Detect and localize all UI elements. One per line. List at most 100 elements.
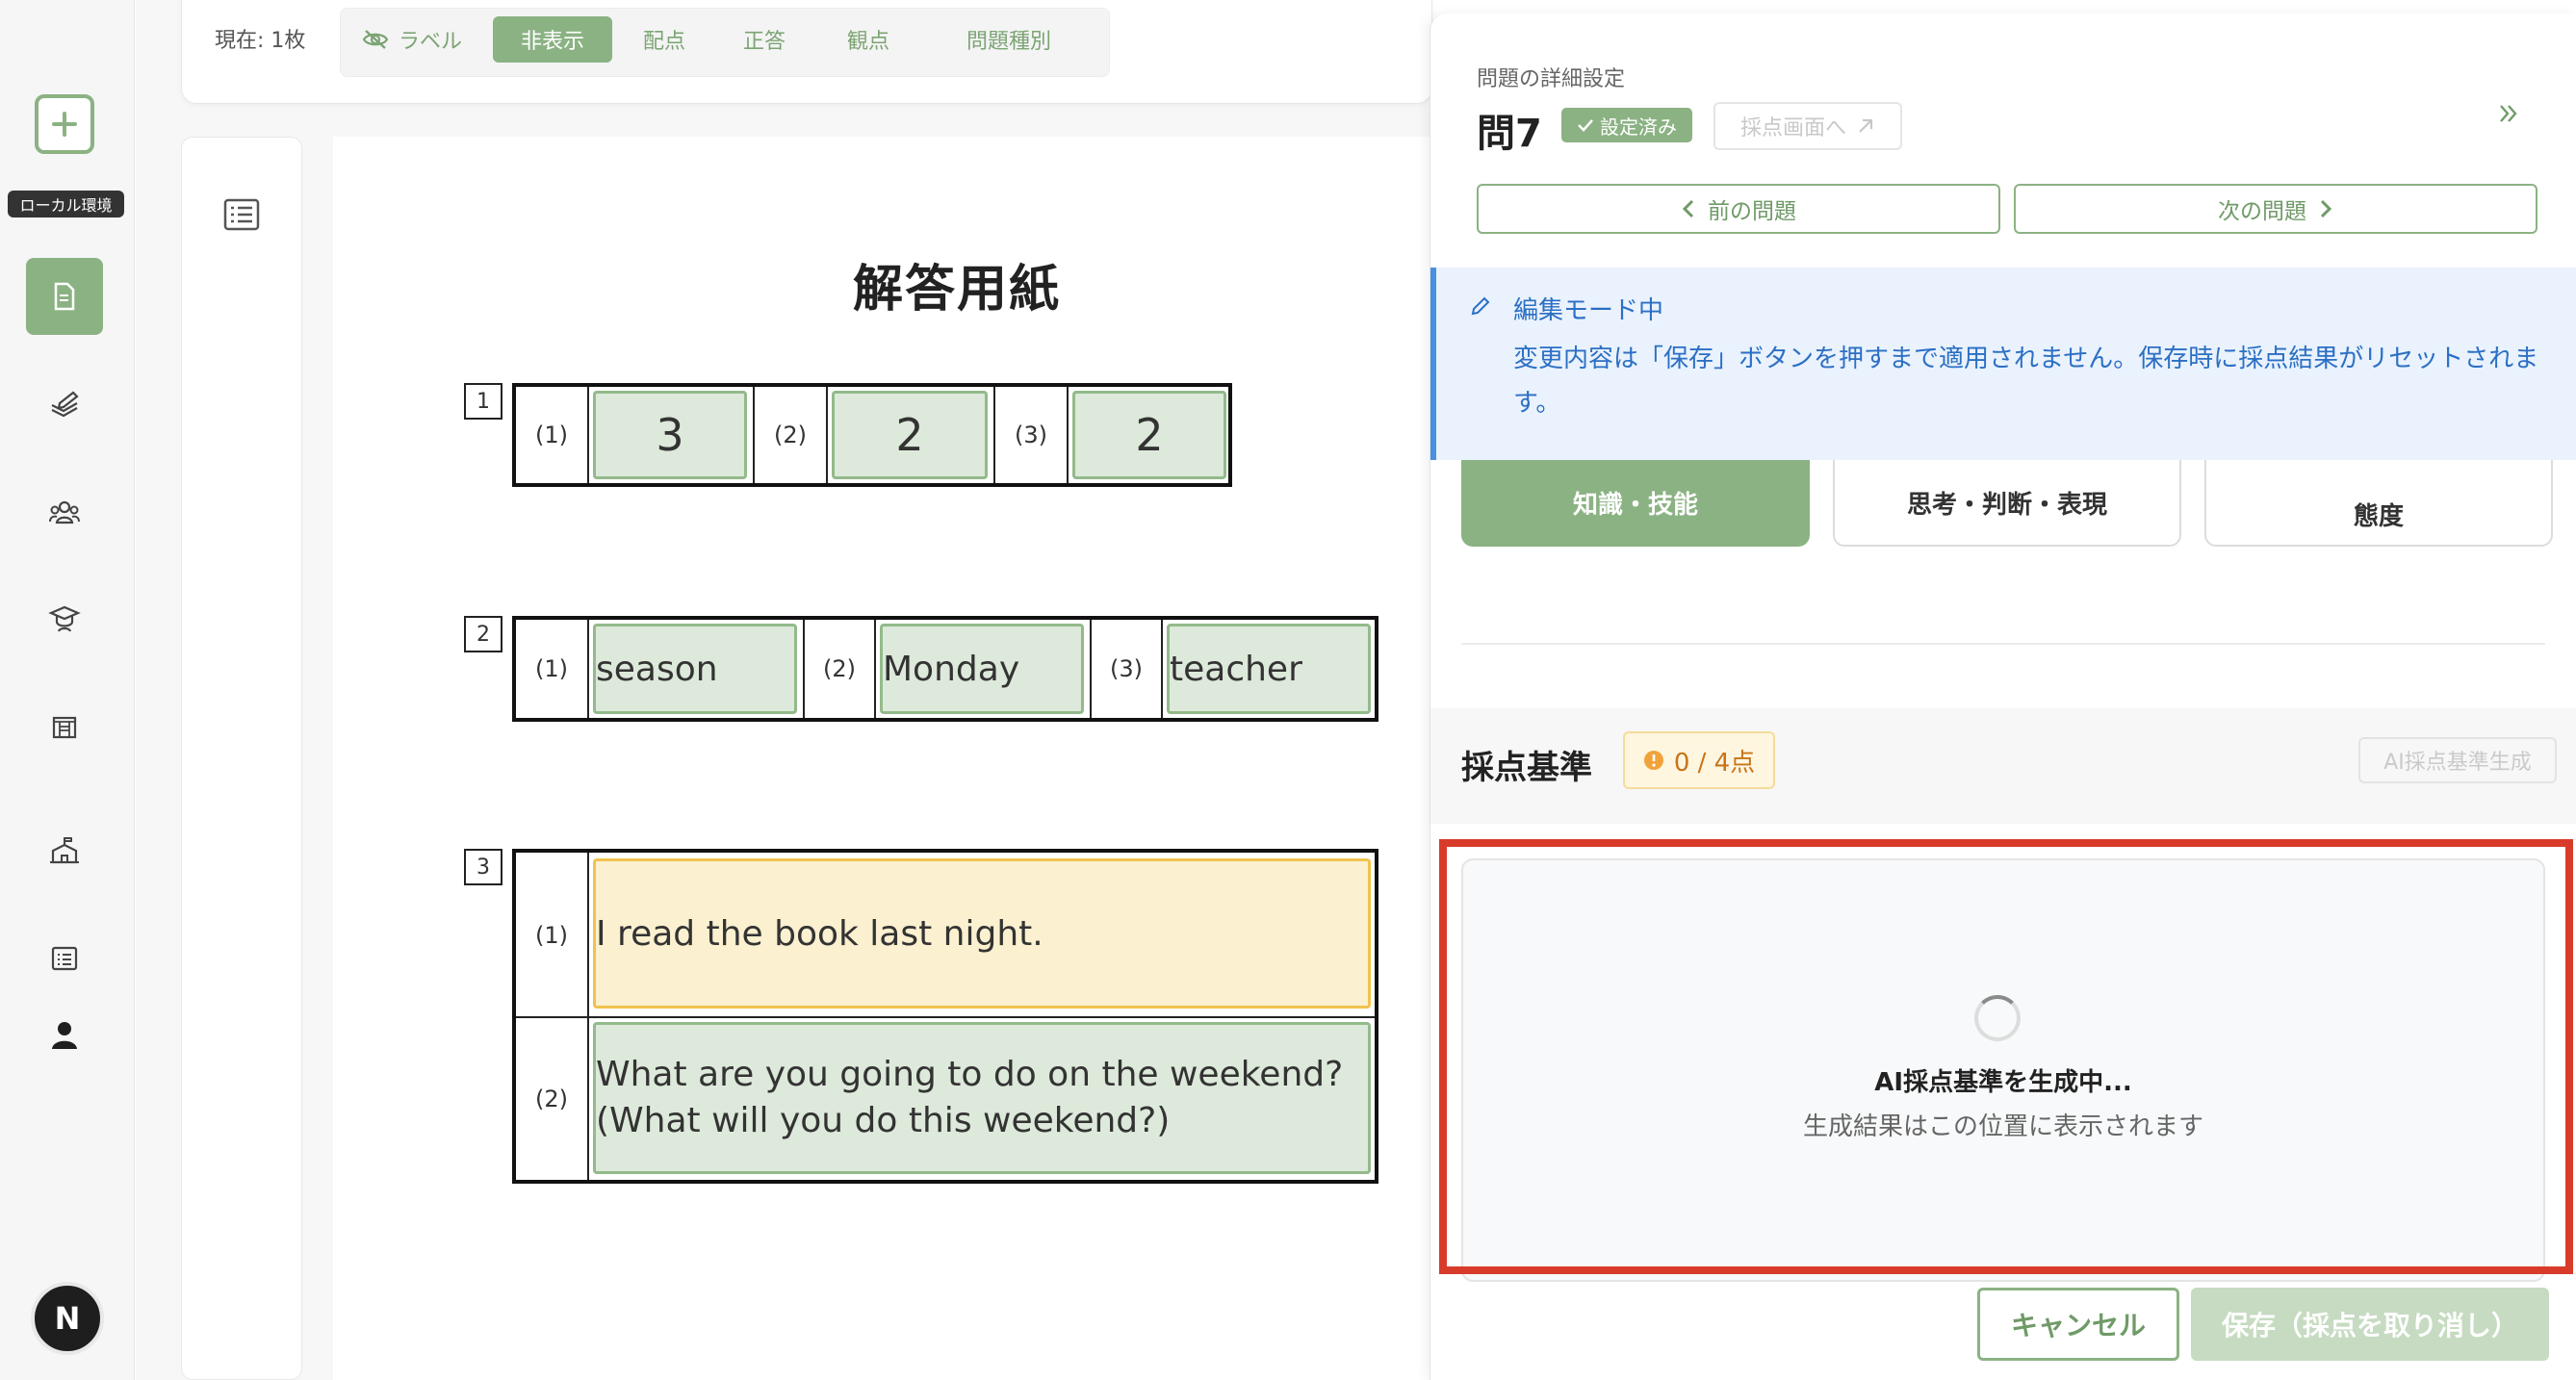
chevron-left-icon (1682, 199, 1694, 218)
avatar-letter: N (54, 1300, 81, 1337)
document-icon (54, 282, 75, 311)
nav-item-students[interactable] (26, 473, 103, 550)
book-icon (52, 716, 77, 739)
divider (587, 620, 589, 718)
question-title: 問7 (1477, 112, 1542, 156)
people-icon (49, 500, 80, 524)
question-detail-drawer: 問題の詳細設定 問7 設定済み 採点画面へ 前の問題 次の問題 知識・技能 思考… (1430, 13, 2576, 1380)
question-3-box: (1) I read the book last night. (2) What… (512, 849, 1378, 1184)
sheet-title: 解答用紙 (853, 261, 1062, 319)
answer-cell[interactable]: teacher (1167, 624, 1371, 714)
toggle-label-text: ラベル (398, 30, 462, 54)
collapse-drawer-button[interactable] (2486, 90, 2532, 137)
generating-subtitle: 生成結果はこの位置に表示されます (1802, 1112, 2203, 1141)
plus-icon (52, 112, 77, 137)
double-chevron-right-icon (2500, 105, 2517, 122)
divider (874, 620, 876, 718)
prev-label: 前の問題 (1708, 199, 1796, 224)
status-badge: 設定済み (1561, 108, 1692, 142)
question-2-box: (1) season (2) Monday (3) teacher (512, 616, 1378, 722)
sub-label: (1) (535, 655, 568, 682)
answer-cell[interactable]: What are you going to do on the weekend?… (593, 1022, 1371, 1174)
nav-item-grading[interactable] (26, 366, 103, 443)
answer-cell-highlighted[interactable]: I read the book last night. (593, 858, 1371, 1009)
outline-panel (181, 137, 302, 1380)
edit-mode-notice: 編集モード中 変更内容は「保存」ボタンを押すまで適用されません。保存時に採点結果… (1430, 268, 2576, 460)
question-number: 2 (464, 616, 502, 652)
person-icon (52, 1022, 77, 1049)
nav-item-classes[interactable] (26, 581, 103, 658)
sub-label: (2) (535, 1086, 568, 1112)
answer-cell[interactable]: 2 (1072, 391, 1226, 479)
display-toolbar: 現在: 1枚 ラベル 非表示 配点 正答 観点 問題種別 (181, 0, 1432, 104)
option-hide[interactable]: 非表示 (493, 16, 612, 63)
answer-cell[interactable]: 3 (593, 391, 747, 479)
previous-question-button[interactable]: 前の問題 (1477, 184, 2000, 234)
sub-label: (3) (1110, 655, 1143, 682)
next-question-button[interactable]: 次の問題 (2014, 184, 2537, 234)
chevron-right-icon (2320, 199, 2332, 218)
notice-text: 変更内容は「保存」ボタンを押すまで適用されません。保存時に採点結果がリセットされ… (1513, 345, 2539, 418)
loading-spinner-icon (1974, 995, 2021, 1041)
viewpoint-attitude[interactable]: 態度 (2204, 460, 2553, 547)
divider (1161, 620, 1163, 718)
option-answer[interactable]: 正答 (726, 16, 803, 63)
sheet-count: 現在: 1枚 (215, 29, 306, 53)
check-icon (1578, 119, 1593, 132)
criteria-header: 採点基準 0 / 4点 AI採点基準生成 (1430, 708, 2576, 824)
option-viewpoint[interactable]: 観点 (830, 16, 907, 63)
answer-cell[interactable]: season (593, 624, 797, 714)
sub-label: (3) (1015, 422, 1047, 448)
drawer-caption: 問題の詳細設定 (1477, 67, 1626, 91)
outline-toggle[interactable] (222, 197, 261, 236)
cancel-button[interactable]: キャンセル (1977, 1288, 2179, 1361)
ai-generation-area: AI採点基準を生成中... 生成結果はこの位置に表示されます (1461, 858, 2545, 1282)
notice-title: 編集モード中 (1513, 296, 1664, 325)
option-points[interactable]: 配点 (626, 16, 703, 63)
sub-label: (1) (535, 422, 568, 448)
go-to-grading-button[interactable]: 採点画面へ (1713, 102, 1902, 150)
criteria-score-badge: 0 / 4点 (1623, 731, 1775, 789)
pencil-icon (1471, 296, 1490, 316)
add-button[interactable] (35, 94, 94, 154)
answer-cell[interactable]: 2 (832, 391, 988, 479)
question-number: 3 (464, 849, 502, 885)
criteria-score: 0 / 4点 (1673, 748, 1756, 778)
list-outline-icon (223, 198, 260, 231)
nav-item-list[interactable] (26, 920, 103, 997)
answer-cell[interactable]: Monday (880, 624, 1084, 714)
divider (516, 1016, 1375, 1018)
divider (826, 387, 828, 483)
ai-generate-criteria-button[interactable]: AI採点基準生成 (2358, 737, 2557, 783)
section-divider (1461, 643, 2545, 645)
nav-item-account[interactable] (26, 997, 103, 1074)
option-question-type[interactable]: 問題種別 (932, 16, 1086, 63)
sub-label: (1) (535, 922, 568, 949)
answer-line: (What will you do this weekend?) (596, 1101, 1171, 1140)
nav-rail: ローカル環境 N (0, 0, 135, 1380)
divider (587, 387, 589, 483)
nav-item-school[interactable] (26, 812, 103, 889)
school-icon (50, 837, 79, 864)
viewpoint-thinking[interactable]: 思考・判断・表現 (1833, 460, 2181, 547)
user-avatar[interactable]: N (31, 1282, 104, 1355)
question-number: 1 (464, 383, 502, 420)
question-1-box: (1) 3 (2) 2 (3) 2 (512, 383, 1232, 487)
warning-icon (1643, 751, 1663, 770)
sub-label: (2) (774, 422, 807, 448)
list-icon (51, 946, 78, 971)
nav-item-textbooks[interactable] (26, 689, 103, 766)
toggle-label[interactable]: ラベル (354, 16, 470, 63)
criteria-title: 採点基準 (1461, 749, 1592, 787)
eye-off-icon (362, 30, 389, 49)
environment-badge: ローカル環境 (8, 191, 124, 217)
save-button[interactable]: 保存（採点を取り消し） (2191, 1288, 2549, 1361)
pen-stack-icon (51, 391, 79, 418)
sub-label: (2) (823, 655, 856, 682)
display-mode-group: ラベル 非表示 配点 正答 観点 問題種別 (340, 8, 1110, 77)
nav-item-answer-sheet[interactable] (26, 258, 103, 335)
divider (1067, 387, 1069, 483)
answer-line: What are you going to do on the weekend? (596, 1055, 1344, 1094)
viewpoint-knowledge[interactable]: 知識・技能 (1461, 460, 1810, 547)
next-label: 次の問題 (2218, 199, 2306, 224)
